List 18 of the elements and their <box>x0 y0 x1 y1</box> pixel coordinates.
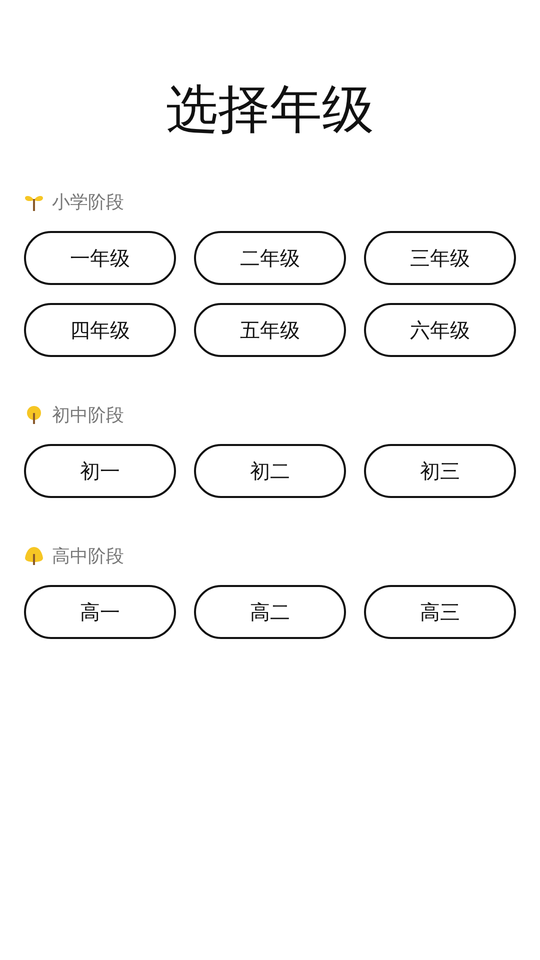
grade-button[interactable]: 初三 <box>364 444 516 498</box>
grade-button[interactable]: 四年级 <box>24 303 176 357</box>
tree-icon <box>24 546 44 566</box>
section-label: 小学阶段 <box>52 190 124 214</box>
section-label: 初中阶段 <box>52 404 124 428</box>
section-label: 高中阶段 <box>52 544 124 568</box>
grade-button[interactable]: 高一 <box>24 585 176 639</box>
grade-button[interactable]: 六年级 <box>364 303 516 357</box>
page-title: 选择年级 <box>165 79 375 142</box>
grade-button[interactable]: 初二 <box>194 444 346 498</box>
grade-button[interactable]: 五年级 <box>194 303 346 357</box>
grade-button[interactable]: 三年级 <box>364 231 516 285</box>
grade-button[interactable]: 初一 <box>24 444 176 498</box>
tree-icon <box>24 405 44 425</box>
grade-button[interactable]: 高三 <box>364 585 516 639</box>
grade-button[interactable]: 二年级 <box>194 231 346 285</box>
grade-button[interactable]: 高二 <box>194 585 346 639</box>
grade-button[interactable]: 一年级 <box>24 231 176 285</box>
